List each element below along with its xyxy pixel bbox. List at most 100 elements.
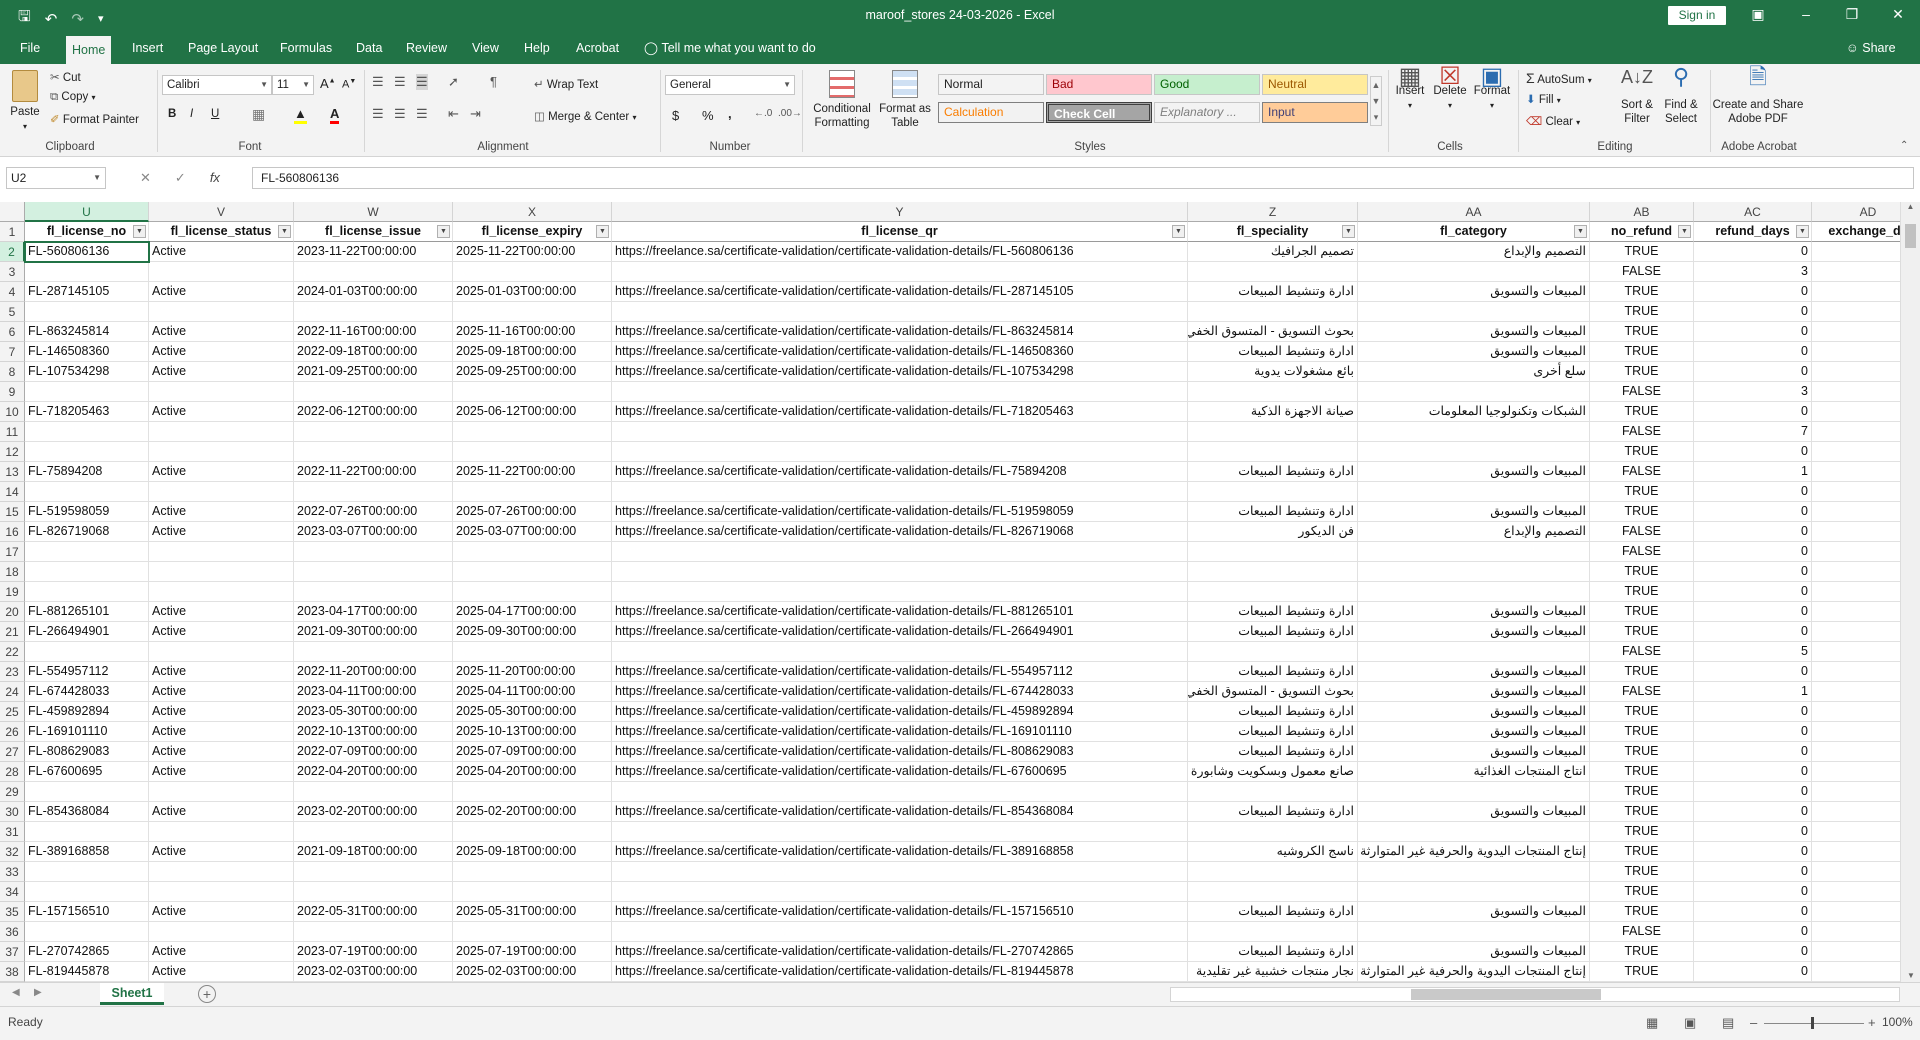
cell-no[interactable]: FL-819445878	[25, 962, 149, 982]
cell-expiry[interactable]	[453, 542, 612, 562]
cell-exchange[interactable]	[1812, 842, 1900, 862]
cell-issue[interactable]	[294, 862, 453, 882]
cell-refund[interactable]: TRUE	[1590, 802, 1694, 822]
cell-issue[interactable]: 2023-02-03T00:00:00	[294, 962, 453, 982]
cell-exchange[interactable]	[1812, 582, 1900, 602]
cell-cat[interactable]	[1358, 382, 1590, 402]
filter-dropdown-icon[interactable]: ▼	[596, 225, 609, 238]
cell-issue[interactable]: 2022-11-16T00:00:00	[294, 322, 453, 342]
cell-no[interactable]: FL-169101110	[25, 722, 149, 742]
increase-decimal-icon[interactable]: ←.0	[754, 108, 772, 119]
format-painter-button[interactable]: ✐ Format Painter	[50, 112, 139, 126]
cell-qr[interactable]: https://freelance.sa/certificate-validat…	[612, 342, 1188, 362]
cell-days[interactable]: 0	[1694, 822, 1812, 842]
cell-days[interactable]: 0	[1694, 862, 1812, 882]
cell-qr[interactable]	[612, 782, 1188, 802]
normal-view-icon[interactable]: ▦	[1646, 1015, 1658, 1031]
cell-expiry[interactable]	[453, 582, 612, 602]
row-header[interactable]: 11	[0, 422, 25, 442]
page-layout-view-icon[interactable]: ▣	[1684, 1015, 1696, 1031]
filter-dropdown-icon[interactable]: ▼	[278, 225, 291, 238]
cell-status[interactable]	[149, 382, 294, 402]
cell-status[interactable]	[149, 882, 294, 902]
cell-refund[interactable]: FALSE	[1590, 262, 1694, 282]
cell-status[interactable]: Active	[149, 802, 294, 822]
cell-issue[interactable]	[294, 922, 453, 942]
cell-status[interactable]	[149, 542, 294, 562]
minimize-icon[interactable]: –	[1796, 6, 1816, 22]
row-header[interactable]: 9	[0, 382, 25, 402]
cell-spec[interactable]	[1188, 422, 1358, 442]
cell-exchange[interactable]	[1812, 682, 1900, 702]
cell-cat[interactable]: التصميم والإبداع	[1358, 522, 1590, 542]
cell-expiry[interactable]	[453, 782, 612, 802]
tab-formulas[interactable]: Formulas	[274, 32, 338, 64]
cell-exchange[interactable]	[1812, 782, 1900, 802]
cell-days[interactable]: 0	[1694, 562, 1812, 582]
cell-cat[interactable]: المبيعات والتسويق	[1358, 682, 1590, 702]
cell-qr[interactable]	[612, 882, 1188, 902]
cell-status[interactable]: Active	[149, 462, 294, 482]
cell-qr[interactable]	[612, 862, 1188, 882]
cell-days[interactable]: 0	[1694, 362, 1812, 382]
cell-expiry[interactable]	[453, 562, 612, 582]
cell-issue[interactable]: 2022-07-09T00:00:00	[294, 742, 453, 762]
cell-days[interactable]: 0	[1694, 962, 1812, 982]
cell-status[interactable]	[149, 482, 294, 502]
comma-button[interactable]: ,	[728, 106, 732, 121]
cell-no[interactable]	[25, 582, 149, 602]
column-header-w[interactable]: W	[294, 202, 453, 222]
cell-qr[interactable]	[612, 382, 1188, 402]
tab-help[interactable]: Help	[518, 32, 556, 64]
cell-status[interactable]: Active	[149, 362, 294, 382]
cell-refund[interactable]: FALSE	[1590, 922, 1694, 942]
cell-days[interactable]: 0	[1694, 302, 1812, 322]
cell-refund[interactable]: TRUE	[1590, 502, 1694, 522]
header-cell[interactable]: fl_license_qr ▼	[612, 222, 1188, 242]
cell-cat[interactable]	[1358, 542, 1590, 562]
merge-center-button[interactable]: ◫ Merge & Center ▾	[534, 109, 636, 123]
cell-spec[interactable]: ادارة وتنشيط المبيعات	[1188, 502, 1358, 522]
cell-cat[interactable]	[1358, 882, 1590, 902]
cell-refund[interactable]: FALSE	[1590, 682, 1694, 702]
cell-refund[interactable]: TRUE	[1590, 282, 1694, 302]
cell-refund[interactable]: TRUE	[1590, 562, 1694, 582]
cell-cat[interactable]: الشبكات وتكنولوجيا المعلومات	[1358, 402, 1590, 422]
cell-expiry[interactable]: 2025-04-11T00:00:00	[453, 682, 612, 702]
cell-exchange[interactable]	[1812, 622, 1900, 642]
cell-status[interactable]: Active	[149, 962, 294, 982]
column-header-u[interactable]: U	[25, 202, 149, 222]
number-format-combo[interactable]: General ▼	[665, 75, 795, 95]
cell-refund[interactable]: TRUE	[1590, 782, 1694, 802]
cell-qr[interactable]	[612, 922, 1188, 942]
row-header[interactable]: 23	[0, 662, 25, 682]
cell-status[interactable]: Active	[149, 282, 294, 302]
cell-cat[interactable]	[1358, 642, 1590, 662]
sheet-tab-sheet1[interactable]: Sheet1	[100, 983, 164, 1005]
cell-spec[interactable]	[1188, 862, 1358, 882]
style-explanatory[interactable]: Explanatory ...	[1154, 102, 1260, 123]
cell-no[interactable]	[25, 922, 149, 942]
cell-cat[interactable]	[1358, 822, 1590, 842]
cell-status[interactable]: Active	[149, 602, 294, 622]
cell-exchange[interactable]	[1812, 562, 1900, 582]
cell-days[interactable]: 0	[1694, 342, 1812, 362]
cell-expiry[interactable]: 2025-02-03T00:00:00	[453, 962, 612, 982]
cell-days[interactable]: 0	[1694, 922, 1812, 942]
cell-qr[interactable]: https://freelance.sa/certificate-validat…	[612, 662, 1188, 682]
cell-days[interactable]: 0	[1694, 942, 1812, 962]
cell-expiry[interactable]: 2025-07-09T00:00:00	[453, 742, 612, 762]
cell-status[interactable]	[149, 822, 294, 842]
cell-spec[interactable]	[1188, 542, 1358, 562]
name-box[interactable]: U2 ▼	[6, 167, 106, 189]
row-header[interactable]: 16	[0, 522, 25, 542]
cell-cat[interactable]: المبيعات والتسويق	[1358, 902, 1590, 922]
horizontal-scroll-thumb[interactable]	[1411, 989, 1601, 1000]
cell-expiry[interactable]: 2025-05-31T00:00:00	[453, 902, 612, 922]
cell-days[interactable]: 1	[1694, 682, 1812, 702]
cell-qr[interactable]: https://freelance.sa/certificate-validat…	[612, 622, 1188, 642]
cell-exchange[interactable]	[1812, 642, 1900, 662]
cell-spec[interactable]	[1188, 442, 1358, 462]
cell-days[interactable]: 0	[1694, 762, 1812, 782]
row-header[interactable]: 35	[0, 902, 25, 922]
